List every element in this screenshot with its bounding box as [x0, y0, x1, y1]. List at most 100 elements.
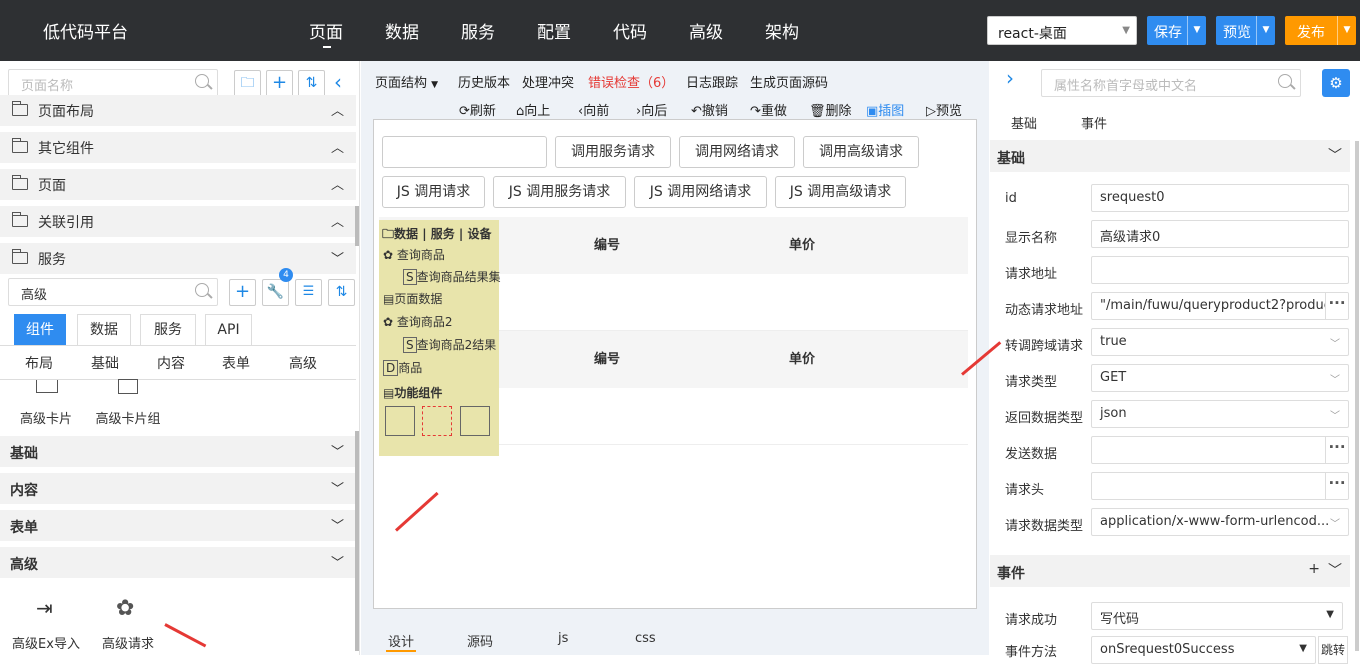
call-network-button[interactable]: 调用网络请求: [679, 136, 795, 168]
prop-method-select[interactable]: GET ﹀: [1091, 364, 1349, 392]
conflict-link[interactable]: 处理冲突: [522, 72, 574, 91]
tree-item[interactable]: S 查询商品2结果: [403, 336, 496, 353]
history-link[interactable]: 历史版本: [458, 72, 510, 91]
more-icon[interactable]: ···: [1325, 437, 1348, 463]
prop-content-type-select[interactable]: application/x-www-form-urlencod... ﹀: [1091, 508, 1349, 536]
tab-service[interactable]: 服务: [140, 314, 196, 346]
tab-props-event[interactable]: 事件: [1081, 113, 1107, 132]
redo-button[interactable]: ↷重做: [750, 100, 787, 119]
section-form[interactable]: 表单 ﹀: [0, 510, 356, 541]
canvas-input[interactable]: [382, 136, 547, 168]
func-component-icon[interactable]: [422, 406, 452, 436]
group-page[interactable]: 页面 ︿: [0, 169, 356, 200]
tab-css[interactable]: css: [635, 631, 656, 646]
js-call-advanced-button[interactable]: JS 调用高级请求: [775, 176, 906, 208]
save-button[interactable]: 保存 ▼: [1147, 16, 1206, 45]
tree-item[interactable]: D 商品: [383, 359, 422, 376]
tab-design[interactable]: 设计: [388, 631, 414, 650]
subtab-basic[interactable]: 基础: [91, 353, 119, 373]
nav-architecture[interactable]: 架构: [765, 18, 799, 43]
nav-service[interactable]: 服务: [461, 18, 495, 43]
tree-item[interactable]: ✿ 查询商品: [383, 246, 445, 263]
gen-source-link[interactable]: 生成页面源码: [750, 72, 828, 91]
func-component-icon[interactable]: [460, 406, 490, 436]
insert-image-button[interactable]: ▣插图: [866, 100, 904, 119]
scrollbar[interactable]: [1355, 141, 1359, 651]
more-icon[interactable]: ···: [1325, 473, 1348, 499]
group-service[interactable]: 服务 ﹀: [0, 243, 356, 274]
subtab-form[interactable]: 表单: [222, 353, 250, 373]
log-link[interactable]: 日志跟踪: [686, 72, 738, 91]
prop-dynamic-url-input[interactable]: "/main/fuwu/queryproduct2?product ···: [1091, 292, 1349, 320]
comp-adv-ex-import[interactable]: 高级Ex导入: [10, 633, 82, 652]
refresh-button[interactable]: ⟳刷新: [459, 100, 496, 119]
canvas-preview-button[interactable]: ▷预览: [926, 100, 962, 119]
data-tree-panel[interactable]: 🗀数据 | 服务 | 设备 ✿ 查询商品 S 查询商品结果集 ▤页面数据 ✿ 查询…: [379, 220, 501, 456]
caret-down-icon[interactable]: ▼: [1337, 16, 1356, 45]
subtab-content[interactable]: 内容: [157, 353, 185, 373]
section-content[interactable]: 内容 ﹀: [0, 473, 356, 504]
js-call-service-button[interactable]: JS 调用服务请求: [493, 176, 626, 208]
publish-button[interactable]: 发布 ▼: [1285, 16, 1356, 45]
section-basic[interactable]: 基础 ﹀: [0, 436, 356, 467]
collapse-left-icon[interactable]: ‹: [334, 70, 342, 94]
nav-code[interactable]: 代码: [613, 18, 647, 43]
up-button[interactable]: ⌂向上: [516, 100, 550, 119]
env-select[interactable]: react-桌面 ▼: [987, 16, 1137, 45]
caret-down-icon[interactable]: ▼: [1187, 16, 1206, 45]
group-page-layout[interactable]: 页面布局 ︿: [0, 95, 356, 126]
nav-data[interactable]: 数据: [385, 18, 419, 43]
error-check-link[interactable]: 错误检查（6）: [588, 72, 674, 91]
jump-button[interactable]: 跳转: [1318, 636, 1348, 664]
tree-item[interactable]: ▤页面数据: [383, 290, 442, 307]
undo-button[interactable]: ↶撤销: [691, 100, 728, 119]
caret-down-icon[interactable]: ▼: [1256, 16, 1275, 45]
prop-display-name-input[interactable]: 高级请求0: [1091, 220, 1349, 248]
func-component-icon[interactable]: [385, 406, 415, 436]
subtab-advanced[interactable]: 高级: [289, 353, 317, 373]
add-component-button[interactable]: +: [229, 279, 256, 306]
expand-right-icon[interactable]: ›: [1006, 66, 1014, 90]
tab-source[interactable]: 源码: [467, 631, 493, 650]
nav-page[interactable]: 页面: [309, 18, 343, 48]
tab-components[interactable]: 组件: [14, 314, 66, 346]
tree-item[interactable]: S 查询商品结果集: [403, 268, 501, 285]
more-icon[interactable]: ···: [1325, 293, 1348, 319]
sort-component-button[interactable]: ⇅: [328, 279, 355, 306]
design-canvas[interactable]: 调用服务请求 调用网络请求 调用高级请求 JS 调用请求 JS 调用服务请求 J…: [373, 119, 977, 609]
props-section-basic[interactable]: 基础 ﹀: [990, 140, 1350, 172]
section-advanced[interactable]: 高级 ﹀: [0, 547, 356, 578]
tree-item[interactable]: ✿ 查询商品2: [383, 313, 453, 330]
call-advanced-button[interactable]: 调用高级请求: [803, 136, 919, 168]
nav-advanced[interactable]: 高级: [689, 18, 723, 43]
props-section-event[interactable]: 事件 + ﹀: [990, 555, 1350, 587]
prop-headers-input[interactable]: ···: [1091, 472, 1349, 500]
scrollbar[interactable]: [355, 431, 359, 651]
page-search-input[interactable]: 页面名称: [8, 69, 218, 97]
sort-button[interactable]: ⇅: [298, 70, 325, 97]
prop-cross-domain-select[interactable]: true ﹀: [1091, 328, 1349, 356]
tab-props-basic[interactable]: 基础: [1011, 113, 1037, 132]
add-folder-button[interactable]: 🗀: [234, 70, 261, 97]
property-search-input[interactable]: 属性名称首字母或中文名: [1041, 69, 1301, 97]
add-icon[interactable]: +: [1308, 561, 1320, 577]
tab-data[interactable]: 数据: [77, 314, 131, 346]
prop-return-type-select[interactable]: json ﹀: [1091, 400, 1349, 428]
backward-button[interactable]: ›向后: [636, 100, 667, 119]
tab-js[interactable]: js: [558, 631, 568, 646]
js-call-network-button[interactable]: JS 调用网络请求: [634, 176, 767, 208]
page-structure-menu[interactable]: 页面结构 ▼: [375, 72, 438, 91]
prop-id-input[interactable]: srequest0: [1091, 184, 1349, 212]
wrench-button[interactable]: 🔧: [262, 279, 289, 306]
event-success-select[interactable]: 写代码 ▼: [1091, 602, 1343, 630]
scrollbar[interactable]: [355, 206, 359, 246]
group-other[interactable]: 其它组件 ︿: [0, 132, 356, 163]
gear-icon[interactable]: ⚙: [1322, 69, 1350, 97]
prop-url-input[interactable]: [1091, 256, 1349, 284]
call-service-button[interactable]: 调用服务请求: [555, 136, 671, 168]
tab-api[interactable]: API: [205, 314, 252, 346]
group-reference[interactable]: 关联引用 ︿: [0, 206, 356, 237]
list-order-button[interactable]: ☰: [295, 279, 322, 306]
delete-button[interactable]: 🗑删除: [809, 100, 852, 119]
add-button[interactable]: +: [266, 70, 293, 97]
